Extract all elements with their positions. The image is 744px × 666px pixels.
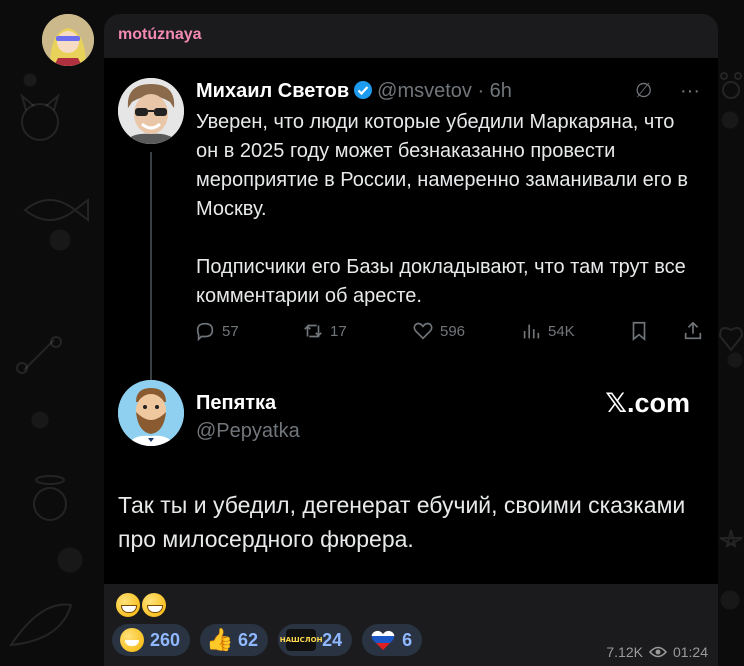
reaction-thumbs-up[interactable]: 👍 62: [200, 624, 269, 656]
fish-doodle-icon: [23, 197, 89, 223]
reaction-nash-slon[interactable]: НАШ СЛОН 24: [278, 624, 353, 656]
tweet-text: Уверен, что люди которые убедили Маркаря…: [196, 111, 688, 307]
share-action[interactable]: [682, 320, 704, 342]
reply-count: 57: [222, 322, 239, 340]
reply-icon: [196, 322, 214, 342]
anime-girl-avatar-icon: [42, 14, 94, 66]
reaction-count: 62: [238, 629, 259, 650]
reaction-count: 260: [150, 629, 181, 650]
reaction-russian-heart[interactable]: 6: [362, 624, 423, 656]
views-count: 54K: [548, 322, 575, 340]
retweet-count: 17: [330, 322, 347, 340]
tweet-tools: ∅ ···: [613, 78, 700, 103]
grinning-face-emoji-icon: [142, 592, 166, 617]
views-chart-icon: [523, 324, 540, 339]
reply-action[interactable]: 57: [194, 320, 239, 342]
reactions-bar: 260 👍 62 НАШ СЛОН 24 6: [112, 624, 423, 656]
retweet-action[interactable]: 17: [302, 320, 347, 342]
heart-icon: [413, 322, 433, 340]
more-icon[interactable]: ···: [680, 80, 700, 102]
bookmark-icon: [632, 321, 646, 342]
reaction-count: 24: [322, 629, 343, 650]
reply-author-avatar[interactable]: [118, 380, 184, 446]
grinning-face-emoji-icon: [120, 628, 144, 652]
message-caption: [116, 590, 168, 618]
x-com-link[interactable]: 𝕏.com: [605, 388, 690, 419]
sender-name[interactable]: motúznaya: [118, 26, 202, 44]
message-meta: 7.12K 01:24: [606, 644, 708, 660]
bearded-man-cartoon-avatar-icon: [118, 380, 184, 446]
reply-author-name[interactable]: Пепятка: [196, 392, 276, 415]
sender-avatar[interactable]: [42, 14, 94, 66]
eye-icon: [648, 646, 667, 658]
verified-badge-icon: [354, 81, 373, 99]
thumbs-up-emoji-icon: 👍: [206, 627, 234, 652]
tweet-embed[interactable]: Михаил Светов @msvetov · 6h ∅ ··· Уверен,…: [104, 58, 718, 584]
star-doodle-icon: [719, 529, 743, 548]
leaf-doodle-icon: [8, 603, 73, 647]
tweet-author-handle[interactable]: @msvetov · 6h: [377, 80, 512, 102]
bone-doodle-icon: [16, 336, 62, 374]
angel-cat-doodle-icon: [33, 475, 67, 521]
russian-flag-heart-emoji-icon: [371, 630, 395, 650]
reply-author-handle[interactable]: @Pepyatka: [196, 420, 300, 443]
reaction-grinning[interactable]: 260: [112, 624, 191, 656]
author-avatar[interactable]: [118, 78, 184, 144]
message-time: 01:24: [672, 644, 708, 660]
bookmark-action[interactable]: [628, 320, 650, 342]
like-count: 596: [440, 322, 466, 340]
custom-emoji-line1: НАШ: [279, 636, 300, 644]
message-bubble[interactable]: motúznaya Михаил Светов @msvetov · 6h ∅ ·…: [104, 14, 718, 666]
grinning-face-emoji-icon: [116, 592, 140, 617]
nash-slon-custom-emoji-icon: НАШ СЛОН: [280, 629, 322, 651]
cat-doodle-icon: [20, 93, 60, 141]
tweet-author-name[interactable]: Михаил Светов: [196, 80, 349, 102]
thread-line: [150, 152, 152, 384]
share-icon: [684, 321, 702, 340]
custom-emoji-line2: СЛОН: [299, 636, 323, 644]
view-count: 7.12K: [606, 644, 643, 660]
grok-icon[interactable]: ∅: [635, 80, 652, 102]
retweet-icon: [304, 324, 322, 338]
paw-doodle-icon: [720, 72, 742, 99]
man-with-glasses-avatar-icon: [118, 78, 184, 144]
views-action[interactable]: 54K: [520, 320, 575, 342]
like-action[interactable]: 596: [412, 320, 465, 342]
heart-doodle-icon: [718, 327, 744, 352]
reaction-count: 6: [402, 629, 413, 650]
tweet-author-row: Михаил Светов @msvetov · 6h: [196, 80, 512, 103]
tweet-actions: 57 17 596 54K: [194, 320, 704, 348]
reply-text: Так ты и убедил, дегенерат ебучий, своим…: [118, 492, 686, 552]
